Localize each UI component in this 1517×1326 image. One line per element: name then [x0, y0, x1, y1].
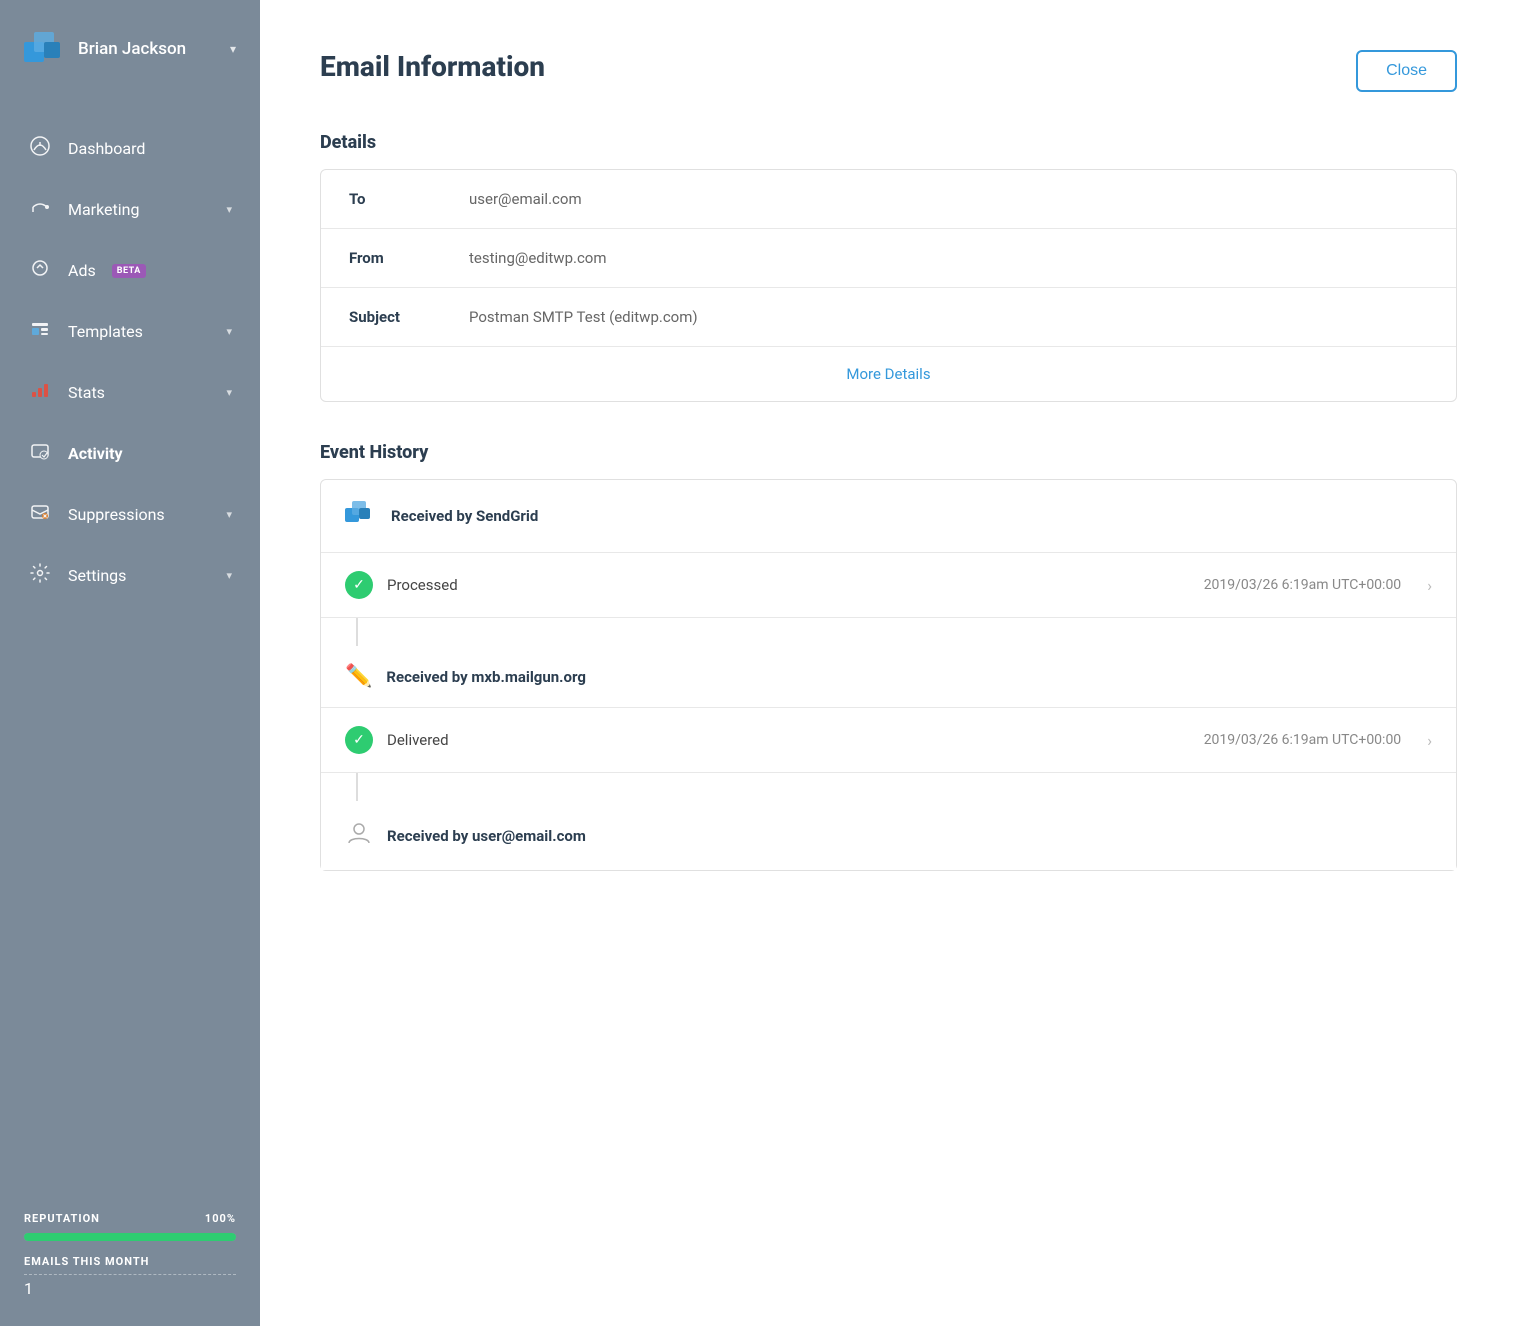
reputation-bar-bg — [24, 1233, 236, 1241]
marketing-chevron: ▾ — [226, 203, 232, 216]
detail-value-to: user@email.com — [469, 190, 582, 208]
sidebar-user-header[interactable]: Brian Jackson ▾ — [0, 0, 260, 98]
detail-row-from: From testing@editwp.com — [321, 229, 1456, 288]
sidebar: Brian Jackson ▾ Dashboard Marketing ▾ Ad… — [0, 0, 260, 1326]
event-history-title: Event History — [320, 442, 1457, 463]
stats-icon — [28, 380, 52, 405]
more-details-link[interactable]: More Details — [846, 365, 930, 383]
detail-value-from: testing@editwp.com — [469, 249, 607, 267]
delivered-status-text: Delivered — [387, 731, 1190, 749]
sidebar-item-label-settings: Settings — [68, 566, 126, 585]
emails-this-month-count: 1 — [24, 1279, 236, 1298]
sidebar-nav: Dashboard Marketing ▾ Ads BETA Templates… — [0, 98, 260, 1192]
sidebar-item-dashboard[interactable]: Dashboard — [0, 118, 260, 179]
sidebar-item-label-ads: Ads — [68, 261, 96, 280]
templates-icon — [28, 319, 52, 344]
detail-row-subject: Subject Postman SMTP Test (editwp.com) — [321, 288, 1456, 347]
event-group-sendgrid-header: Received by SendGrid — [321, 480, 1456, 553]
sidebar-item-label-activity: Activity — [68, 444, 123, 463]
details-section-title: Details — [320, 132, 1457, 153]
settings-icon — [28, 563, 52, 588]
ads-beta-badge: BETA — [112, 264, 146, 278]
reputation-bar-fill — [24, 1233, 236, 1241]
suppressions-chevron: ▾ — [226, 508, 232, 521]
sidebar-item-settings[interactable]: Settings ▾ — [0, 545, 260, 606]
user-icon — [345, 819, 373, 852]
event-group-sendgrid-title: Received by SendGrid — [391, 507, 538, 525]
delivered-check-icon: ✓ — [345, 726, 373, 754]
event-group-user-title: Received by user@email.com — [387, 827, 586, 845]
close-button[interactable]: Close — [1356, 50, 1457, 92]
details-card: To user@email.com From testing@editwp.co… — [320, 169, 1457, 402]
detail-label-from: From — [349, 249, 469, 267]
delivered-chevron: › — [1427, 731, 1432, 750]
main-content: Email Information Close Details To user@… — [260, 0, 1517, 1326]
event-group-mailgun-title: Received by mxb.mailgun.org — [386, 668, 586, 686]
main-header: Email Information Close — [320, 50, 1457, 92]
sidebar-item-label-stats: Stats — [68, 383, 105, 402]
processed-timestamp: 2019/03/26 6:19am UTC+00:00 — [1204, 577, 1402, 593]
reputation-label: REPUTATION — [24, 1212, 100, 1225]
sidebar-item-stats[interactable]: Stats ▾ — [0, 362, 260, 423]
event-processed-row[interactable]: ✓ Processed 2019/03/26 6:19am UTC+00:00 … — [321, 553, 1456, 618]
templates-chevron: ▾ — [226, 325, 232, 338]
processed-status-text: Processed — [387, 576, 1190, 594]
reputation-value: 100% — [205, 1212, 236, 1225]
connector-2 — [356, 773, 358, 801]
processed-chevron: › — [1427, 576, 1432, 595]
app-logo — [24, 28, 66, 70]
more-details-row: More Details — [321, 347, 1456, 401]
sidebar-item-ads[interactable]: Ads BETA — [0, 240, 260, 301]
sendgrid-icon — [345, 498, 377, 534]
page-title: Email Information — [320, 50, 545, 83]
sidebar-item-label-dashboard: Dashboard — [68, 139, 145, 158]
sidebar-username: Brian Jackson — [78, 39, 218, 59]
details-section: Details To user@email.com From testing@e… — [320, 132, 1457, 402]
sidebar-item-label-templates: Templates — [68, 322, 143, 341]
detail-row-to: To user@email.com — [321, 170, 1456, 229]
detail-label-subject: Subject — [349, 308, 469, 326]
settings-chevron: ▾ — [226, 569, 232, 582]
sidebar-item-label-suppressions: Suppressions — [68, 505, 165, 524]
event-group-mailgun-header: ✏️ Received by mxb.mailgun.org — [321, 646, 1456, 708]
suppressions-icon — [28, 502, 52, 527]
emails-this-month-label: EMAILS THIS MONTH — [24, 1255, 236, 1275]
sidebar-user-chevron: ▾ — [230, 42, 236, 56]
delivered-timestamp: 2019/03/26 6:19am UTC+00:00 — [1204, 732, 1402, 748]
marketing-icon — [28, 197, 52, 222]
activity-icon — [28, 441, 52, 466]
processed-check-icon: ✓ — [345, 571, 373, 599]
detail-label-to: To — [349, 190, 469, 208]
event-group-user-header: Received by user@email.com — [321, 801, 1456, 870]
sidebar-item-suppressions[interactable]: Suppressions ▾ — [0, 484, 260, 545]
pencil-icon: ✏️ — [345, 664, 372, 689]
event-history-card: Received by SendGrid ✓ Processed 2019/03… — [320, 479, 1457, 871]
sidebar-item-marketing[interactable]: Marketing ▾ — [0, 179, 260, 240]
detail-value-subject: Postman SMTP Test (editwp.com) — [469, 308, 698, 326]
reputation-section: REPUTATION 100% — [24, 1212, 236, 1225]
ads-icon — [28, 258, 52, 283]
dashboard-icon — [28, 136, 52, 161]
sidebar-item-label-marketing: Marketing — [68, 200, 139, 219]
connector-1 — [356, 618, 358, 646]
stats-chevron: ▾ — [226, 386, 232, 399]
sidebar-item-templates[interactable]: Templates ▾ — [0, 301, 260, 362]
event-delivered-row[interactable]: ✓ Delivered 2019/03/26 6:19am UTC+00:00 … — [321, 708, 1456, 773]
sidebar-footer: REPUTATION 100% EMAILS THIS MONTH 1 — [0, 1192, 260, 1326]
event-history-section: Event History Received by SendGrid ✓ Pro… — [320, 442, 1457, 871]
sidebar-item-activity[interactable]: Activity — [0, 423, 260, 484]
